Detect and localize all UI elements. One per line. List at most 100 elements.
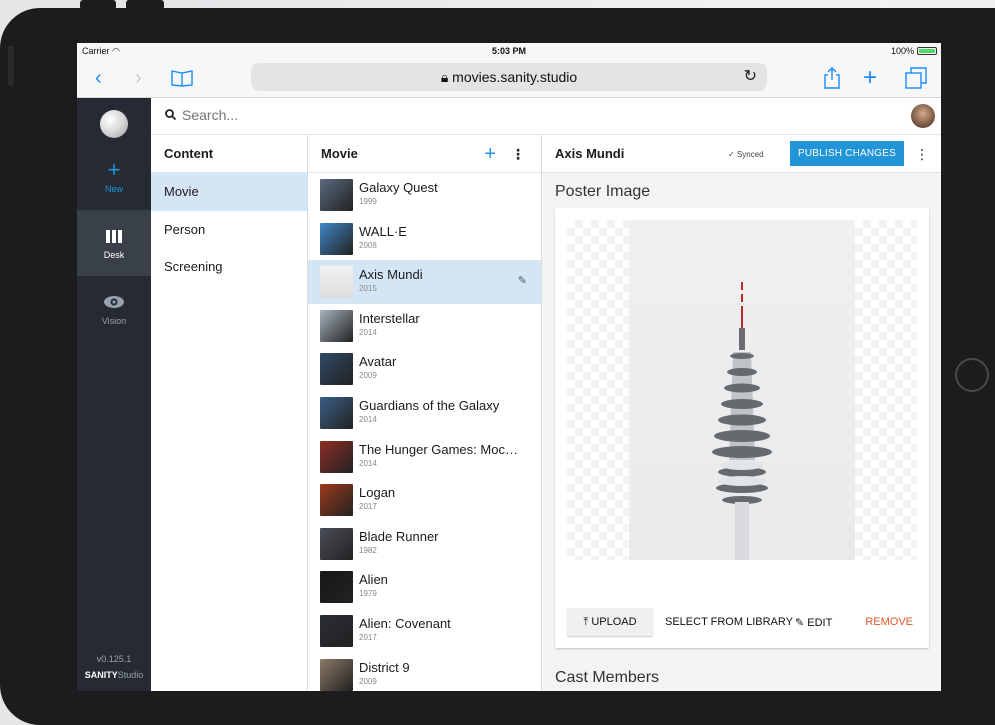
movie-title: Guardians of the Galaxy: [359, 397, 500, 413]
reload-icon[interactable]: ↻: [744, 63, 757, 91]
content-item-movie[interactable]: Movie: [151, 173, 307, 211]
movie-year: 2015: [359, 284, 377, 294]
remove-button[interactable]: REMOVE: [865, 616, 913, 628]
brand-bold: SANITY: [84, 670, 118, 680]
movie-thumbnail: [320, 266, 353, 299]
sidebar-item-label: Desk: [103, 250, 125, 260]
movie-list-item[interactable]: Alien 1979: [308, 565, 541, 609]
search-input[interactable]: [182, 107, 482, 123]
content-item-person[interactable]: Person: [151, 211, 307, 249]
tower-image: [712, 282, 772, 560]
sidebar-item-desk[interactable]: Desk: [77, 210, 151, 276]
document-title: Axis Mundi: [555, 146, 625, 161]
movie-thumbnail: [320, 396, 353, 429]
sync-text: Synced: [736, 150, 764, 159]
movie-year: 2017: [359, 502, 377, 512]
tabs-icon[interactable]: [905, 67, 927, 95]
back-icon[interactable]: ‹: [95, 67, 102, 90]
forward-icon[interactable]: ›: [135, 67, 142, 90]
movie-list-item[interactable]: District 9 2009: [308, 653, 541, 691]
movie-list: Galaxy Quest 1999 WALL·E 2008 Axis Mundi 2015…: [308, 173, 541, 691]
poster-photo: [629, 220, 855, 560]
content-pane: Content Movie Person Screening: [151, 135, 308, 691]
version-info: v0.125.1 SANITYStudio: [77, 651, 151, 683]
share-icon[interactable]: [823, 67, 841, 95]
movie-title: Avatar: [359, 354, 397, 370]
search-bar: [151, 98, 941, 135]
document-pane: Axis Mundi ✓ Synced PUBLISH CHANGES ⋮ Po…: [542, 135, 941, 691]
sync-status: ✓ Synced: [728, 150, 764, 159]
add-movie-button[interactable]: +: [484, 135, 496, 173]
movie-title: Interstellar: [359, 310, 420, 326]
movie-thumbnail: [320, 353, 353, 386]
movie-year: 2008: [359, 240, 377, 250]
new-tab-icon[interactable]: +: [863, 64, 877, 92]
movie-thumbnail: [320, 658, 353, 691]
poster-image-label: Poster Image: [555, 183, 651, 200]
content-item-screening[interactable]: Screening: [151, 248, 307, 286]
plus-icon: +: [107, 157, 121, 182]
sidebar-item-label: New: [104, 184, 123, 194]
home-button[interactable]: [955, 358, 989, 392]
movie-list-item[interactable]: WALL·E 2008: [308, 217, 541, 261]
movie-thumbnail: [320, 440, 353, 473]
pane-title: Content: [151, 135, 307, 173]
movie-list-pane: Movie + ⋮ Galaxy Quest 1999 WALL·E 2008 Axis…: [308, 135, 542, 691]
movie-list-item[interactable]: Interstellar 2014: [308, 304, 541, 348]
version-number: v0.125.1: [96, 654, 132, 664]
movie-year: 2017: [359, 632, 377, 642]
upload-icon: ⤒: [583, 615, 589, 628]
sidebar-item-vision[interactable]: Vision: [77, 276, 151, 342]
search-icon: [165, 109, 177, 123]
movie-year: 1982: [359, 545, 377, 555]
clock: 5:03 PM: [491, 46, 526, 56]
sidebar-item-new[interactable]: + New: [77, 144, 151, 210]
studio-logo[interactable]: [100, 110, 128, 138]
browser-toolbar: ‹ › 🔒︎ movies.sanity.studio ↻ +: [77, 58, 941, 98]
movie-title: Galaxy Quest: [359, 180, 438, 195]
movie-title: WALL·E: [359, 223, 407, 239]
cast-members-label: Cast Members: [555, 669, 660, 686]
bookmarks-icon[interactable]: [171, 69, 193, 92]
movie-year: 2009: [359, 371, 377, 381]
movie-year: 2014: [359, 458, 377, 468]
more-menu-icon[interactable]: ⋮: [511, 135, 525, 173]
movie-year: 1999: [359, 197, 377, 206]
edit-label: EDIT: [807, 617, 833, 629]
movie-list-item[interactable]: Axis Mundi 2015 ✎: [308, 260, 541, 304]
image-preview: [567, 220, 917, 560]
columns-icon: [77, 224, 151, 248]
device-side-button: [8, 46, 14, 86]
upload-button[interactable]: ⤒ UPLOAD: [567, 608, 653, 636]
movie-list-item[interactable]: Galaxy Quest 1999: [308, 173, 541, 217]
eye-icon: [77, 290, 151, 314]
movie-thumbnail: [320, 309, 353, 342]
edit-pencil-icon: ✎: [517, 275, 527, 288]
battery-percent: 100%: [890, 46, 914, 56]
movie-thumbnail: [320, 527, 353, 560]
movie-list-item[interactable]: The Hunger Games: Mockingjay2014: [308, 435, 541, 479]
battery-icon: [917, 47, 937, 55]
brand-label: SANITYStudio: [77, 667, 151, 683]
movie-list-item[interactable]: Logan 2017: [308, 478, 541, 522]
document-menu-icon[interactable]: ⋮: [915, 146, 929, 163]
select-from-library-button[interactable]: SELECT FROM LIBRARY: [665, 616, 793, 628]
movie-list-item[interactable]: Guardians of the Galaxy 2014: [308, 391, 541, 435]
battery-status: 100%: [891, 46, 937, 56]
url-bar[interactable]: 🔒︎ movies.sanity.studio ↻: [251, 63, 767, 91]
movie-thumbnail: [320, 571, 353, 604]
movie-title: District 9: [359, 659, 410, 675]
image-actions: ⤒ UPLOAD SELECT FROM LIBRARY ✎ EDIT REMO…: [567, 608, 917, 636]
edit-button[interactable]: ✎ EDIT: [795, 616, 832, 629]
movie-list-item[interactable]: Alien: Covenant 2017: [308, 609, 541, 653]
screen: Carrier ◠ 5:03 PM 100% ‹ › 🔒︎ movies.san…: [77, 43, 941, 691]
movie-thumbnail: [320, 614, 353, 647]
lock-icon: 🔒︎: [440, 69, 449, 85]
document-header: Axis Mundi ✓ Synced PUBLISH CHANGES ⋮: [542, 135, 941, 173]
movie-title: Alien: [359, 572, 388, 588]
avatar[interactable]: [911, 104, 935, 128]
publish-button[interactable]: PUBLISH CHANGES: [790, 141, 904, 166]
movie-title: The Hunger Games: Mockingjay: [359, 441, 524, 457]
movie-list-item[interactable]: Avatar 2009: [308, 347, 541, 391]
movie-list-item[interactable]: Blade Runner 1982: [308, 522, 541, 566]
